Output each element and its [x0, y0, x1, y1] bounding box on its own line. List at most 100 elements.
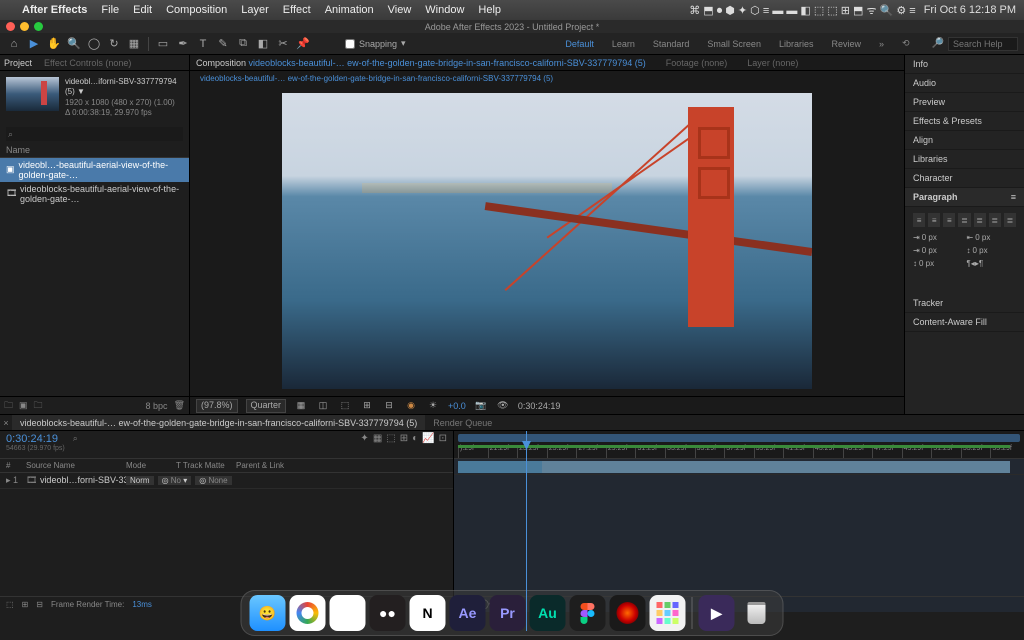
zoom-tool[interactable]: 🔍 [66, 36, 82, 52]
resolution-dropdown[interactable]: Quarter [246, 399, 287, 413]
toggle-switches-icon[interactable]: ⬚ [6, 600, 14, 609]
timeline-close-icon[interactable]: × [0, 418, 12, 428]
col-matte[interactable]: T Track Matte [176, 461, 236, 470]
brush-tool[interactable]: ✎ [215, 36, 231, 52]
menu-animation[interactable]: Animation [325, 4, 374, 16]
clone-tool[interactable]: ⧉ [235, 36, 251, 52]
show-snapshot-icon[interactable]: 👁 [496, 399, 510, 413]
interpret-footage-icon[interactable]: 🗀 [4, 398, 13, 414]
project-tab[interactable]: Project [4, 58, 32, 68]
panel-preview[interactable]: Preview [905, 93, 1024, 112]
rtl-toggle-icon[interactable]: ¶◂▸¶ [967, 259, 984, 268]
col-parent[interactable]: Parent & Link [236, 461, 316, 470]
eraser-tool[interactable]: ◧ [255, 36, 271, 52]
dock-app-0[interactable]: 😀 [250, 595, 286, 631]
indent-left-value[interactable]: 0 px [922, 233, 937, 242]
dock-app-2[interactable]: ⧉ [330, 595, 366, 631]
frame-blend-icon[interactable]: ⊞ [400, 433, 408, 444]
guides-icon[interactable]: ⊟ [382, 399, 396, 413]
mask-toggle-icon[interactable]: ◫ [316, 399, 330, 413]
dock-app-4[interactable]: N [410, 595, 446, 631]
panel-libraries[interactable]: Libraries [905, 150, 1024, 169]
col-mode[interactable]: Mode [126, 461, 176, 470]
orbit-tool[interactable]: ◯ [86, 36, 102, 52]
timeline-comp-tab[interactable]: videoblocks-beautiful-… ew-of-the-golden… [12, 415, 425, 430]
dock-app-6[interactable]: Pr [490, 595, 526, 631]
home-button[interactable]: ⌂ [6, 36, 22, 52]
align-center-button[interactable]: ≡ [928, 213, 940, 227]
workspace-libraries[interactable]: Libraries [771, 37, 822, 51]
dock-app-12[interactable] [739, 595, 775, 631]
magnification-dropdown[interactable]: (97.8%) [196, 399, 238, 413]
draft3d-icon[interactable]: ▦ [373, 433, 382, 444]
graph-editor-icon[interactable]: 📈 [422, 433, 434, 444]
panel-character[interactable]: Character [905, 169, 1024, 188]
panel-menu-icon[interactable]: ≡ [1011, 192, 1016, 202]
project-column-name[interactable]: Name [0, 143, 189, 158]
effect-controls-tab[interactable]: Effect Controls (none) [44, 58, 131, 68]
panel-effects-presets[interactable]: Effects & Presets [905, 112, 1024, 131]
playhead[interactable] [526, 431, 527, 631]
justify-all-button[interactable]: ≣ [1004, 213, 1016, 227]
menu-layer[interactable]: Layer [241, 4, 269, 16]
new-folder-icon[interactable]: 🗀 [34, 398, 43, 414]
layer-matte-dropdown[interactable]: ◎ No ▾ [158, 476, 192, 485]
toggle-modes-icon[interactable]: ⊞ [22, 600, 29, 609]
footage-tab[interactable]: Footage (none) [666, 58, 728, 68]
space-before-value[interactable]: 0 px [973, 246, 988, 255]
comp-breadcrumb[interactable]: videoblocks-beautiful-… ew-of-the-golden… [200, 74, 553, 83]
bit-depth[interactable]: 8 bpc [146, 401, 168, 411]
align-right-button[interactable]: ≡ [943, 213, 955, 227]
work-area-bar[interactable] [458, 434, 1020, 442]
workspace-overflow-icon[interactable]: » [871, 37, 892, 51]
dock-app-11[interactable]: ▶ [699, 595, 735, 631]
shy-icon[interactable]: ⬚ [386, 433, 395, 444]
layer-tab[interactable]: Layer (none) [747, 58, 798, 68]
layer-parent-dropdown[interactable]: ◎ None [195, 476, 231, 485]
project-search-input[interactable] [6, 127, 183, 141]
menubar-app-name[interactable]: After Effects [22, 4, 87, 16]
panel-info[interactable]: Info [905, 55, 1024, 74]
composition-viewer[interactable] [190, 85, 904, 396]
indent-right-value[interactable]: 0 px [975, 233, 990, 242]
space-after-value[interactable]: 0 px [919, 259, 934, 268]
menubar-status-icons[interactable]: ⌘ ⬒ ⏺ ⬢ ✦ ⬡ ≡ ▬ ▬ ◧ ⬚ ⬚ ⊞ ⬒ ᯤ 🔍 ⚙ ≡ [689, 3, 916, 18]
col-source[interactable]: Source Name [26, 461, 126, 470]
transparency-grid-icon[interactable]: ▦ [294, 399, 308, 413]
workspace-standard[interactable]: Standard [645, 37, 698, 51]
project-item-footage[interactable]: 🎞videoblocks-beautiful-aerial-view-of-th… [0, 182, 189, 206]
timeline-layer-row[interactable]: ▸ 1 🎞 videobl…forni-SBV-337779794 (5).mp… [0, 473, 453, 489]
panel-content-aware-fill[interactable]: Content-Aware Fill [905, 313, 1024, 332]
shape-tool[interactable]: ▭ [155, 36, 171, 52]
workspace-smallscreen[interactable]: Small Screen [699, 37, 769, 51]
workspace-default[interactable]: Default [557, 37, 602, 51]
reset-exposure-icon[interactable]: ☀ [426, 399, 440, 413]
roi-icon[interactable]: ⬚ [338, 399, 352, 413]
comp-mini-flow-icon[interactable]: ✦ [360, 433, 368, 444]
current-time-display[interactable]: 0:30:24:19 [6, 433, 65, 445]
menu-view[interactable]: View [388, 4, 412, 16]
menu-effect[interactable]: Effect [283, 4, 311, 16]
snapshot-icon[interactable]: 📷 [474, 399, 488, 413]
project-item-comp[interactable]: ▣videobl…-beautiful-aerial-view-of-the-g… [0, 158, 189, 182]
render-queue-tab[interactable]: Render Queue [425, 415, 500, 430]
delete-icon[interactable]: 🗑 [174, 400, 185, 411]
dock-app-7[interactable]: Au [530, 595, 566, 631]
motion-blur-icon[interactable]: ◐ [412, 433, 418, 444]
viewer-timecode[interactable]: 0:30:24:19 [518, 401, 561, 411]
channel-icon[interactable]: ◉ [404, 399, 418, 413]
new-comp-icon[interactable]: ▣ [19, 400, 28, 411]
menu-help[interactable]: Help [478, 4, 501, 16]
menu-edit[interactable]: Edit [133, 4, 152, 16]
menu-window[interactable]: Window [425, 4, 464, 16]
window-minimize-button[interactable] [20, 22, 29, 31]
window-maximize-button[interactable] [34, 22, 43, 31]
exposure-value[interactable]: +0.0 [448, 401, 466, 411]
dock-app-9[interactable] [610, 595, 646, 631]
dock-app-5[interactable]: Ae [450, 595, 486, 631]
align-left-button[interactable]: ≡ [913, 213, 925, 227]
grid-icon[interactable]: ⊞ [360, 399, 374, 413]
toggle-pane-icon[interactable]: ⊟ [36, 600, 43, 609]
panel-tracker[interactable]: Tracker [905, 294, 1024, 313]
dock-app-10[interactable] [650, 595, 686, 631]
